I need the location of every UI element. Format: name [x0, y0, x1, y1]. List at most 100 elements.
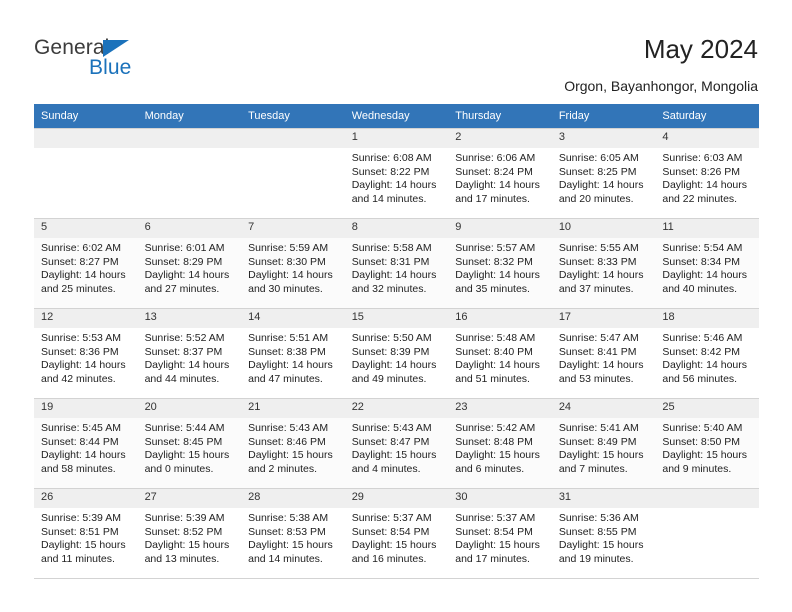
sunrise-time: Sunrise: 5:36 AM — [558, 512, 639, 524]
calendar-day-cell[interactable]: 7 Sunrise: 5:59 AM Sunset: 8:30 PM Daylight… — [241, 218, 345, 309]
day-number: 6 — [137, 219, 242, 238]
calendar-day-cell[interactable]: 16 Sunrise: 5:48 AM Sunset: 8:40 PM Dayligh… — [448, 308, 552, 399]
calendar-page: General Blue May 2024 Orgon, Bayanhongor… — [0, 0, 792, 612]
day-number: 4 — [655, 129, 759, 148]
day-number — [34, 129, 138, 148]
day-number: 7 — [241, 219, 345, 238]
day-details: Sunrise: 6:01 AM Sunset: 8:29 PM Daylight:… — [138, 238, 242, 296]
day-number: 17 — [551, 309, 656, 328]
calendar-day-cell[interactable]: 31 Sunrise: 5:36 AM Sunset: 8:55 PM Dayligh… — [551, 488, 656, 579]
weekday-header-thursday: Thursday — [448, 104, 552, 129]
day-details: Sunrise: 6:02 AM Sunset: 8:27 PM Daylight:… — [34, 238, 138, 296]
daylight-duration-line2: and 37 minutes. — [558, 282, 634, 295]
day-number: 10 — [551, 219, 656, 238]
sunset-time: Sunset: 8:50 PM — [662, 435, 741, 448]
logo-triangle-icon — [103, 40, 129, 57]
daylight-duration-line2: and 9 minutes. — [662, 462, 732, 475]
day-details: Sunrise: 5:39 AM Sunset: 8:51 PM Daylight:… — [34, 508, 138, 566]
daylight-duration-line1: Daylight: 14 hours — [662, 359, 748, 372]
day-number: 8 — [344, 219, 449, 238]
sunset-time: Sunset: 8:45 PM — [144, 435, 223, 448]
calendar-day-cell[interactable]: 15 Sunrise: 5:50 AM Sunset: 8:39 PM Dayligh… — [344, 308, 449, 399]
calendar-day-cell[interactable]: 17 Sunrise: 5:47 AM Sunset: 8:41 PM Dayligh… — [551, 308, 656, 399]
calendar-day-cell[interactable]: 19 Sunrise: 5:45 AM Sunset: 8:44 PM Dayligh… — [34, 398, 138, 489]
calendar-day-cell[interactable]: 30 Sunrise: 5:37 AM Sunset: 8:54 PM Dayligh… — [448, 488, 552, 579]
calendar-week-row: 19 Sunrise: 5:45 AM Sunset: 8:44 PM Dayligh… — [34, 398, 759, 489]
sunrise-time: Sunrise: 6:03 AM — [662, 152, 743, 164]
sunset-time: Sunset: 8:41 PM — [558, 345, 637, 358]
sunset-time: Sunset: 8:54 PM — [455, 525, 533, 538]
sunset-time: Sunset: 8:49 PM — [558, 435, 637, 448]
daylight-duration-line2: and 42 minutes. — [41, 372, 116, 385]
calendar-day-cell[interactable]: 20 Sunrise: 5:44 AM Sunset: 8:45 PM Dayligh… — [137, 398, 242, 489]
calendar-day-cell[interactable]: 2 Sunrise: 6:06 AM Sunset: 8:24 PM Daylight… — [448, 128, 552, 219]
day-number: 3 — [551, 129, 656, 148]
calendar-day-cell[interactable]: 26 Sunrise: 5:39 AM Sunset: 8:51 PM Dayligh… — [34, 488, 138, 579]
calendar-day-cell-empty — [241, 128, 345, 219]
daylight-duration-line1: Daylight: 14 hours — [351, 179, 437, 192]
calendar-day-cell[interactable]: 21 Sunrise: 5:43 AM Sunset: 8:46 PM Dayligh… — [241, 398, 345, 489]
sunset-time: Sunset: 8:54 PM — [351, 525, 430, 538]
sunrise-time: Sunrise: 6:02 AM — [41, 242, 121, 254]
day-details: Sunrise: 5:45 AM Sunset: 8:44 PM Daylight:… — [34, 418, 138, 476]
sunset-time: Sunset: 8:33 PM — [558, 255, 637, 268]
calendar-day-cell[interactable]: 9 Sunrise: 5:57 AM Sunset: 8:32 PM Daylight… — [448, 218, 552, 309]
daylight-duration-line2: and 7 minutes. — [558, 462, 628, 475]
day-number: 18 — [655, 309, 759, 328]
calendar-day-cell[interactable]: 25 Sunrise: 5:40 AM Sunset: 8:50 PM Dayligh… — [655, 398, 759, 489]
calendar-day-cell[interactable]: 13 Sunrise: 5:52 AM Sunset: 8:37 PM Dayligh… — [137, 308, 242, 399]
daylight-duration-line1: Daylight: 14 hours — [662, 179, 748, 192]
day-number: 11 — [655, 219, 759, 238]
calendar-day-cell[interactable]: 3 Sunrise: 6:05 AM Sunset: 8:25 PM Daylight… — [551, 128, 656, 219]
day-number — [241, 129, 345, 148]
day-details: Sunrise: 5:57 AM Sunset: 8:32 PM Daylight:… — [448, 238, 552, 296]
daylight-duration-line2: and 25 minutes. — [41, 282, 116, 295]
calendar-day-cell[interactable]: 18 Sunrise: 5:46 AM Sunset: 8:42 PM Dayligh… — [655, 308, 759, 399]
daylight-duration-line2: and 4 minutes. — [351, 462, 421, 475]
calendar-day-cell[interactable]: 14 Sunrise: 5:51 AM Sunset: 8:38 PM Dayligh… — [241, 308, 345, 399]
sunrise-time: Sunrise: 5:43 AM — [351, 422, 432, 434]
day-details: Sunrise: 5:41 AM Sunset: 8:49 PM Daylight:… — [552, 418, 656, 476]
calendar-day-cell[interactable]: 12 Sunrise: 5:53 AM Sunset: 8:36 PM Dayligh… — [34, 308, 138, 399]
general-blue-logo[interactable]: General Blue — [34, 37, 184, 85]
daylight-duration-line1: Daylight: 15 hours — [248, 449, 333, 462]
day-details: Sunrise: 6:05 AM Sunset: 8:25 PM Daylight:… — [552, 148, 656, 206]
sunrise-time: Sunrise: 5:52 AM — [144, 332, 225, 344]
weekday-header-row: Sunday Monday Tuesday Wednesday Thursday… — [34, 104, 759, 129]
calendar-day-cell[interactable]: 8 Sunrise: 5:58 AM Sunset: 8:31 PM Daylight… — [344, 218, 449, 309]
calendar-day-cell[interactable]: 6 Sunrise: 6:01 AM Sunset: 8:29 PM Daylight… — [137, 218, 242, 309]
calendar-day-cell[interactable]: 1 Sunrise: 6:08 AM Sunset: 8:22 PM Daylight… — [344, 128, 449, 219]
day-number: 30 — [448, 489, 552, 508]
day-number — [655, 489, 759, 508]
calendar-day-cell[interactable]: 10 Sunrise: 5:55 AM Sunset: 8:33 PM Dayligh… — [551, 218, 656, 309]
calendar-day-cell[interactable]: 24 Sunrise: 5:41 AM Sunset: 8:49 PM Dayligh… — [551, 398, 656, 489]
sunset-time: Sunset: 8:55 PM — [558, 525, 637, 538]
day-number: 28 — [241, 489, 345, 508]
day-number: 31 — [551, 489, 656, 508]
day-number: 21 — [241, 399, 345, 418]
calendar-day-cell[interactable]: 28 Sunrise: 5:38 AM Sunset: 8:53 PM Dayligh… — [241, 488, 345, 579]
daylight-duration-line2: and 53 minutes. — [558, 372, 634, 385]
sunset-time: Sunset: 8:47 PM — [351, 435, 430, 448]
page-subtitle-location: Orgon, Bayanhongor, Mongolia — [564, 78, 758, 94]
sunrise-time: Sunrise: 5:50 AM — [351, 332, 432, 344]
sunrise-time: Sunrise: 6:08 AM — [351, 152, 432, 164]
calendar-day-cell[interactable]: 27 Sunrise: 5:39 AM Sunset: 8:52 PM Dayligh… — [137, 488, 242, 579]
sunrise-time: Sunrise: 6:01 AM — [144, 242, 225, 254]
calendar-day-cell[interactable]: 22 Sunrise: 5:43 AM Sunset: 8:47 PM Dayligh… — [344, 398, 449, 489]
day-number: 24 — [551, 399, 656, 418]
sunrise-time: Sunrise: 5:54 AM — [662, 242, 743, 254]
calendar-day-cell[interactable]: 11 Sunrise: 5:54 AM Sunset: 8:34 PM Dayligh… — [655, 218, 759, 309]
weekday-header-monday: Monday — [137, 104, 242, 129]
calendar-day-cell[interactable]: 4 Sunrise: 6:03 AM Sunset: 8:26 PM Daylight… — [655, 128, 759, 219]
sunrise-time: Sunrise: 5:46 AM — [662, 332, 743, 344]
day-details: Sunrise: 6:08 AM Sunset: 8:22 PM Daylight:… — [345, 148, 449, 206]
sunrise-time: Sunrise: 5:41 AM — [558, 422, 639, 434]
day-details: Sunrise: 5:46 AM Sunset: 8:42 PM Daylight:… — [655, 328, 759, 386]
calendar-day-cell[interactable]: 23 Sunrise: 5:42 AM Sunset: 8:48 PM Dayligh… — [448, 398, 552, 489]
day-number: 26 — [34, 489, 138, 508]
calendar-day-cell[interactable]: 29 Sunrise: 5:37 AM Sunset: 8:54 PM Dayligh… — [344, 488, 449, 579]
daylight-duration-line1: Daylight: 15 hours — [558, 539, 644, 552]
calendar-day-cell[interactable]: 5 Sunrise: 6:02 AM Sunset: 8:27 PM Daylight… — [34, 218, 138, 309]
daylight-duration-line2: and 30 minutes. — [248, 282, 323, 295]
